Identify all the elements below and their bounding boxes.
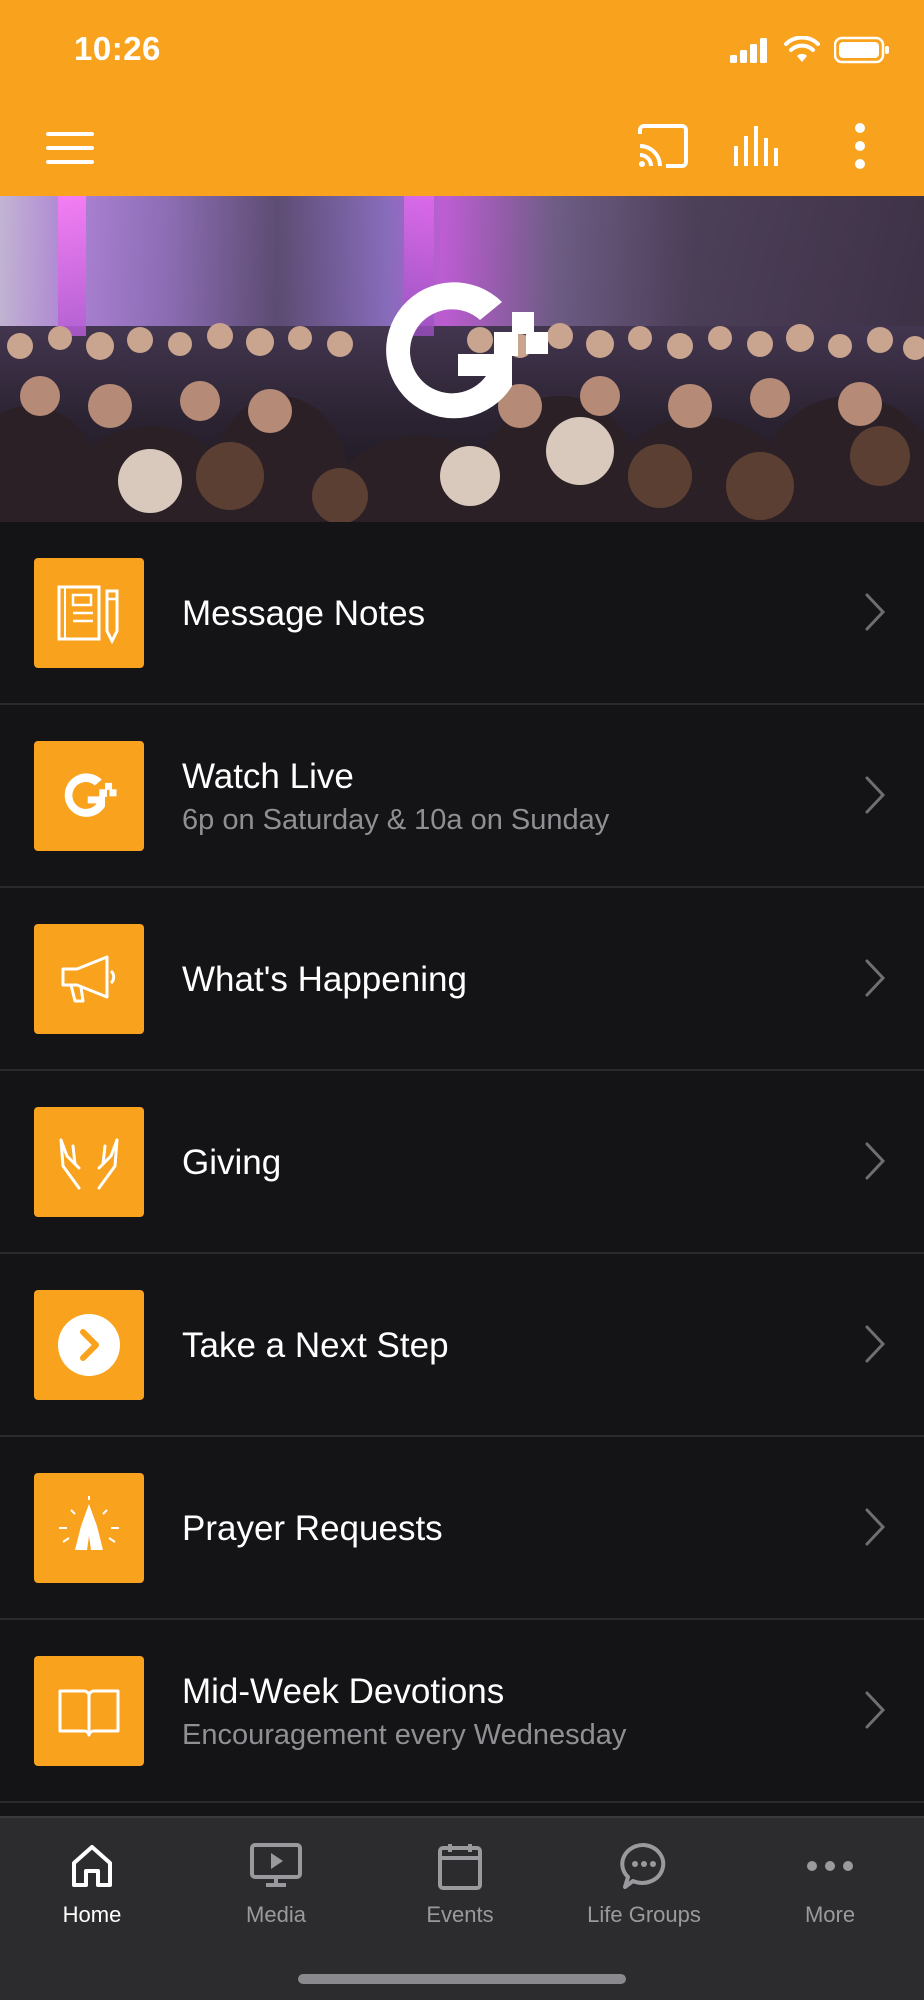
menu-item-take-a-next-step[interactable]: Take a Next Step	[0, 1254, 924, 1437]
open-book-icon	[58, 1689, 120, 1737]
chat-bubble-icon	[620, 1842, 666, 1889]
menu-item-title: Message Notes	[182, 593, 426, 633]
menu-item-giving[interactable]: Giving	[0, 1071, 924, 1254]
tab-home[interactable]: Home	[2, 1834, 182, 1928]
menu-tile	[34, 924, 144, 1034]
audio-bars-icon[interactable]	[732, 124, 784, 168]
hero-banner	[0, 196, 924, 522]
menu-item-title: Watch Live	[182, 757, 354, 796]
tab-label: Events	[426, 1902, 494, 1927]
tab-events[interactable]: Events	[370, 1834, 550, 1928]
notebook-pencil-icon	[57, 585, 119, 645]
menu-item-whats-happening[interactable]: What's Happening	[0, 888, 924, 1071]
tab-label: Home	[62, 1902, 122, 1927]
menu-item-title: What's Happening	[182, 959, 467, 999]
bottom-tab-bar: Home Media Events Life Groups More	[0, 1816, 924, 2000]
tab-label: Life Groups	[587, 1902, 701, 1927]
chevron-right-icon	[865, 593, 886, 631]
menu-tile	[34, 1290, 144, 1400]
tab-label: Media	[246, 1902, 306, 1927]
church-logo	[386, 282, 548, 419]
menu-tile	[34, 741, 144, 851]
megaphone-icon	[61, 955, 116, 1003]
menu-tile	[34, 558, 144, 668]
menu-item-mid-week-devotions[interactable]: Mid-Week Devotions Encouragement every W…	[0, 1620, 924, 1803]
arrow-circle-icon	[58, 1314, 120, 1376]
chevron-right-icon	[865, 1142, 886, 1180]
home-icon	[72, 1845, 112, 1887]
status-icons	[730, 36, 890, 64]
praying-hands-icon	[59, 1496, 119, 1550]
menu-tile	[34, 1107, 144, 1217]
battery-icon	[834, 36, 889, 64]
open-hands-icon	[59, 1138, 119, 1190]
signal-icon	[730, 38, 767, 63]
tab-media[interactable]: Media	[186, 1834, 366, 1928]
menu-item-title: Mid-Week Devotions	[182, 1672, 505, 1711]
status-time: 10:26	[74, 30, 161, 67]
chevron-right-icon	[865, 1508, 886, 1546]
chevron-right-icon	[865, 1325, 886, 1363]
tab-life-groups[interactable]: Life Groups	[554, 1834, 734, 1928]
chevron-right-icon	[865, 1691, 886, 1729]
wifi-icon	[784, 36, 820, 62]
tv-play-icon	[250, 1843, 302, 1887]
menu-item-title: Giving	[182, 1142, 282, 1182]
kebab-menu-icon[interactable]	[854, 122, 866, 170]
ellipsis-icon	[807, 1861, 853, 1871]
menu-item-message-notes[interactable]: Message Notes	[0, 522, 924, 705]
chevron-right-icon	[865, 959, 886, 997]
menu-item-subtitle: Encouragement every Wednesday	[182, 1719, 627, 1751]
hamburger-icon[interactable]	[44, 128, 96, 168]
cast-icon[interactable]	[636, 124, 690, 168]
church-logo-icon	[64, 773, 117, 817]
calendar-icon	[438, 1844, 482, 1890]
menu-item-title: Prayer Requests	[182, 1508, 443, 1548]
menu-item-watch-live[interactable]: Watch Live 6p on Saturday & 10a on Sunda…	[0, 705, 924, 888]
menu-item-subtitle: 6p on Saturday & 10a on Sunday	[182, 804, 610, 836]
tab-more[interactable]: More	[740, 1834, 920, 1928]
app-bar	[0, 112, 924, 184]
menu-item-prayer-requests[interactable]: Prayer Requests	[0, 1437, 924, 1620]
home-menu-list: Message Notes Watch Live 6p on Saturday …	[0, 522, 924, 1803]
tab-label: More	[804, 1902, 856, 1927]
top-bar: 10:26	[0, 0, 924, 196]
home-indicator	[298, 1974, 626, 1984]
menu-item-title: Take a Next Step	[182, 1325, 449, 1365]
menu-tile	[34, 1473, 144, 1583]
chevron-right-icon	[865, 776, 886, 814]
menu-tile	[34, 1656, 144, 1766]
